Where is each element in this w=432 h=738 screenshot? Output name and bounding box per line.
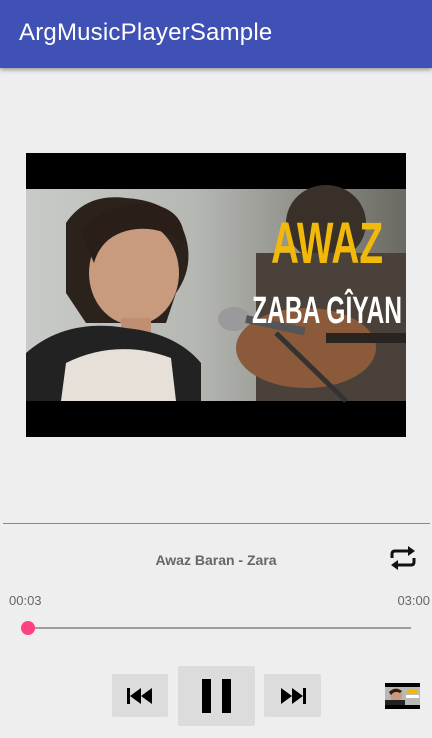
divider: [3, 523, 430, 524]
album-artwork: AWAZ ZABA GÎYAN: [26, 153, 406, 437]
pause-icon: [201, 679, 231, 713]
next-button[interactable]: [264, 674, 321, 717]
current-time: 00:03: [9, 593, 42, 608]
previous-button[interactable]: [112, 674, 168, 717]
seek-bar[interactable]: [20, 620, 411, 636]
pause-button[interactable]: [178, 666, 255, 726]
track-title: Awaz Baran - Zara: [155, 552, 277, 568]
skip-previous-icon: [127, 687, 152, 704]
app-title: ArgMusicPlayerSample: [19, 19, 273, 46]
skip-next-icon: [280, 687, 306, 704]
app-bar: ArgMusicPlayerSample: [0, 0, 432, 68]
artwork-subtitle: ZABA GÎYAN: [252, 288, 402, 332]
total-time: 03:00: [397, 593, 430, 608]
seek-track: [21, 627, 411, 629]
repeat-button[interactable]: [387, 545, 419, 571]
repeat-icon: [390, 546, 416, 570]
album-thumbnail[interactable]: [385, 683, 420, 709]
seek-thumb[interactable]: [20, 621, 35, 635]
artwork-title: AWAZ: [271, 211, 383, 276]
